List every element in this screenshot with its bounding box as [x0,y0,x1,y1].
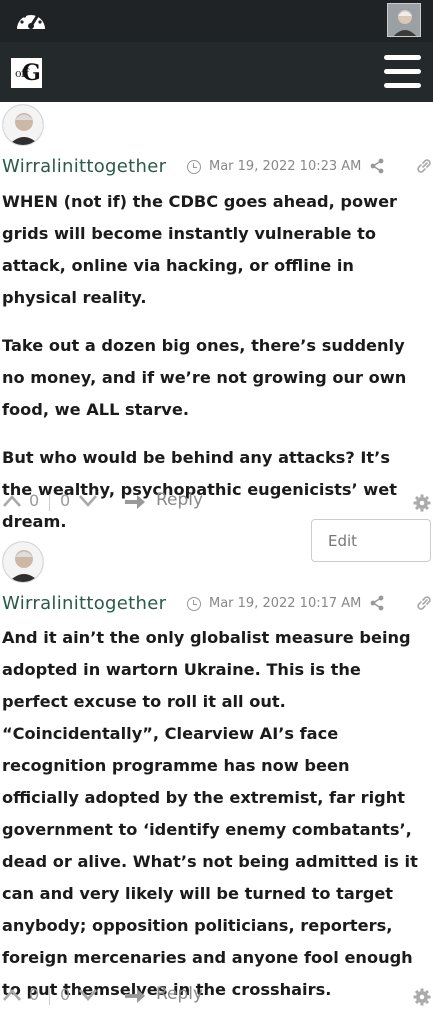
comment-author[interactable]: Wirralinittogether [2,593,166,614]
comment-meta: Wirralinittogether Mar 19, 2022 10:17 AM [2,593,433,617]
share-icon[interactable] [369,158,385,174]
comment-actions: 0 0 Reply [0,984,433,1011]
downvote-count: 0 [60,491,71,510]
reply-label: Reply [156,984,204,1004]
share-icon[interactable] [369,595,385,611]
downvote-icon[interactable] [78,494,98,508]
clock-icon [187,597,201,611]
top-bar [0,0,433,42]
comment-paragraph: Take out a dozen big ones, there’s sudde… [2,336,407,419]
comment-paragraph: WHEN (not if) the CDBC goes ahead, power… [2,192,398,307]
upvote-icon[interactable] [2,494,22,508]
comment-meta: Wirralinittogether Mar 19, 2022 10:23 AM [2,156,433,180]
hamburger-menu-icon[interactable] [384,55,421,89]
gear-icon[interactable] [413,988,431,1006]
comment-body: And it ain’t the only globalist measure … [0,622,433,1006]
reply-arrow-icon [125,495,145,509]
downvote-count: 0 [60,985,71,1004]
user-avatar[interactable] [387,3,421,37]
link-icon[interactable] [416,158,432,174]
site-logo[interactable]: off G [11,58,42,88]
nav-bar: off G [0,42,433,102]
comment-body: WHEN (not if) the CDBC goes ahead, power… [0,186,433,538]
comment-author[interactable]: Wirralinittogether [2,156,166,177]
comment-avatar[interactable] [2,541,44,583]
gear-icon[interactable] [413,494,431,512]
edit-button[interactable]: Edit [311,519,431,562]
link-icon[interactable] [416,595,432,611]
upvote-count: 0 [29,985,40,1004]
logo-text-large: G [22,60,41,86]
dashboard-gauge-icon[interactable] [14,5,48,35]
comment-avatar[interactable] [2,104,44,146]
comment-paragraph: And it ain’t the only globalist measure … [2,628,418,999]
comment-date[interactable]: Mar 19, 2022 10:23 AM [209,159,361,174]
comment-actions: 0 0 Reply [0,490,433,517]
vote-divider [49,494,50,511]
clock-icon [187,160,201,174]
upvote-icon[interactable] [2,988,22,1002]
reply-label: Reply [156,490,204,510]
comment-date[interactable]: Mar 19, 2022 10:17 AM [209,596,361,611]
vote-divider [49,988,50,1005]
reply-arrow-icon [125,989,145,1003]
upvote-count: 0 [29,491,40,510]
downvote-icon[interactable] [78,988,98,1002]
